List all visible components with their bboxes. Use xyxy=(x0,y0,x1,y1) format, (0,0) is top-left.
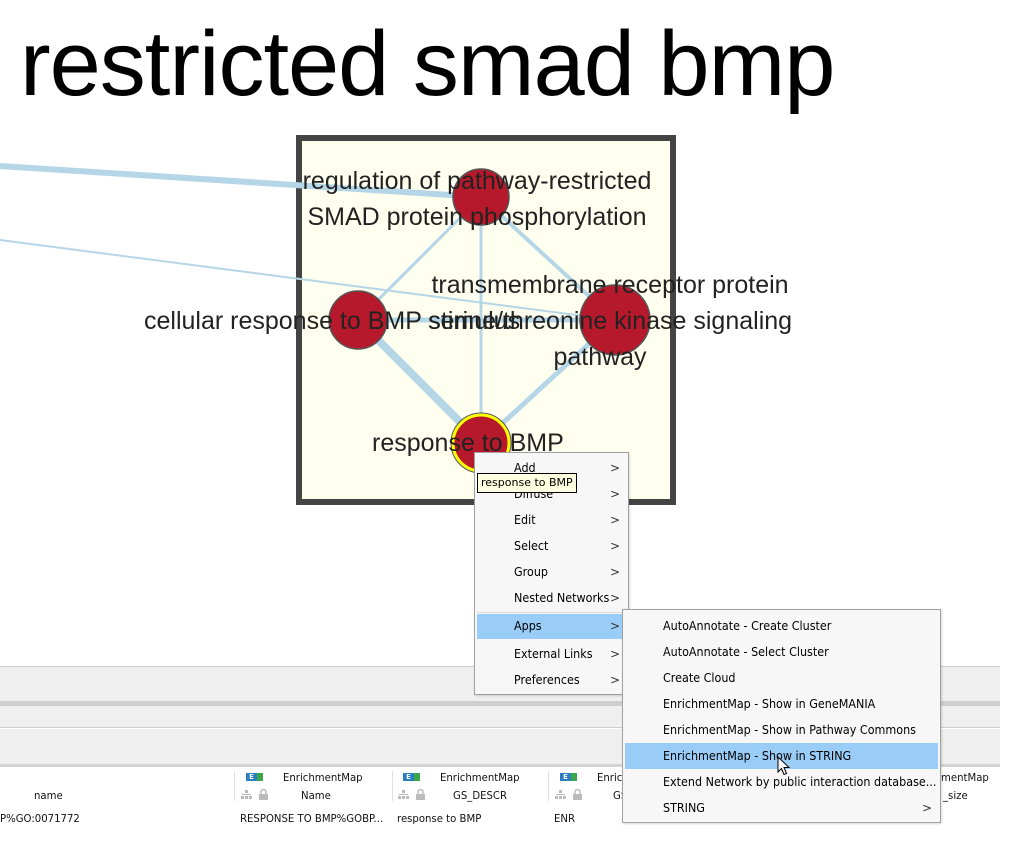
column-header-em-name[interactable]: E EnrichmentMap Name xyxy=(235,767,392,809)
chevron-right-icon: > xyxy=(609,461,620,475)
chevron-right-icon: > xyxy=(609,513,620,527)
menu-item-string[interactable]: STRING > xyxy=(625,796,938,820)
column-namespace: EnrichmentMap xyxy=(283,771,363,784)
menu-item-em-pathway-commons[interactable]: EnrichmentMap - Show in Pathway Commons xyxy=(625,718,938,742)
chevron-right-icon: > xyxy=(609,487,620,501)
lock-icon xyxy=(573,789,582,800)
node-label-cellular-response: cellular response to BMP stimulus xyxy=(144,303,520,339)
chevron-right-icon: > xyxy=(609,539,620,553)
label-line: pathway xyxy=(553,343,647,371)
chevron-right-icon: > xyxy=(609,591,620,605)
lock-icon xyxy=(259,789,268,800)
network-icon xyxy=(555,790,566,799)
network-icon xyxy=(241,790,252,799)
menu-item-autoannotate-select[interactable]: AutoAnnotate - Select Cluster xyxy=(625,640,938,664)
menu-item-select[interactable]: Select > xyxy=(477,534,626,558)
apps-submenu: AutoAnnotate - Create Cluster AutoAnnota… xyxy=(622,609,941,823)
network-icon xyxy=(398,790,409,799)
column-name: Name xyxy=(301,789,331,802)
mouse-cursor-icon xyxy=(777,756,791,776)
column-header-gs-size[interactable]: mentMap _size xyxy=(940,767,1036,809)
column-namespace: mentMap xyxy=(941,771,989,784)
menu-item-autoannotate-create[interactable]: AutoAnnotate - Create Cluster xyxy=(625,614,938,638)
cell-gs-type[interactable]: ENR xyxy=(554,812,575,825)
chevron-right-icon: > xyxy=(609,647,620,661)
label-line: SMAD protein phosphorylation xyxy=(307,203,647,231)
enrichmentmap-icon: E xyxy=(246,773,263,781)
enrichmentmap-icon: E xyxy=(560,773,577,781)
menu-separator xyxy=(477,612,626,613)
chevron-right-icon: > xyxy=(609,619,620,633)
column-header-name[interactable]: name xyxy=(0,767,234,809)
cell-gs-descr[interactable]: response to BMP xyxy=(397,812,481,825)
cell-em-name[interactable]: RESPONSE TO BMP%GOBP... xyxy=(240,812,383,825)
label-line: cellular response to BMP stimulus xyxy=(144,307,521,335)
menu-item-external-links[interactable]: External Links > xyxy=(477,642,626,666)
node-tooltip: response to BMP xyxy=(477,473,577,493)
column-name: GS_DESCR xyxy=(453,789,508,802)
label-line: transmembrane receptor protein xyxy=(431,271,789,299)
menu-item-nested-networks[interactable]: Nested Networks > xyxy=(477,586,626,610)
enrichmentmap-icon: E xyxy=(403,773,420,781)
annotation-title: restricted smad bmp xyxy=(20,13,835,115)
column-namespace: EnrichmentMap xyxy=(440,771,520,784)
node-label-regulation-smad: regulation of pathway-restricted SMAD pr… xyxy=(276,163,678,235)
chevron-right-icon: > xyxy=(609,673,620,687)
column-name: name xyxy=(34,789,63,802)
menu-item-apps[interactable]: Apps > xyxy=(477,614,626,639)
chevron-right-icon: > xyxy=(921,801,932,815)
menu-item-preferences[interactable]: Preferences > xyxy=(477,668,626,692)
label-line: regulation of pathway-restricted xyxy=(302,167,652,195)
column-name: _size xyxy=(943,789,968,802)
menu-item-group[interactable]: Group > xyxy=(477,560,626,584)
menu-item-em-genemania[interactable]: EnrichmentMap - Show in GeneMANIA xyxy=(625,692,938,716)
menu-item-edit[interactable]: Edit > xyxy=(477,508,626,532)
column-header-gs-descr[interactable]: E EnrichmentMap GS_DESCR xyxy=(393,767,548,809)
chevron-right-icon: > xyxy=(609,565,620,579)
menu-item-create-cloud[interactable]: Create Cloud xyxy=(625,666,938,690)
cell-name[interactable]: P%GO:0071772 xyxy=(0,812,80,825)
lock-icon xyxy=(416,789,425,800)
